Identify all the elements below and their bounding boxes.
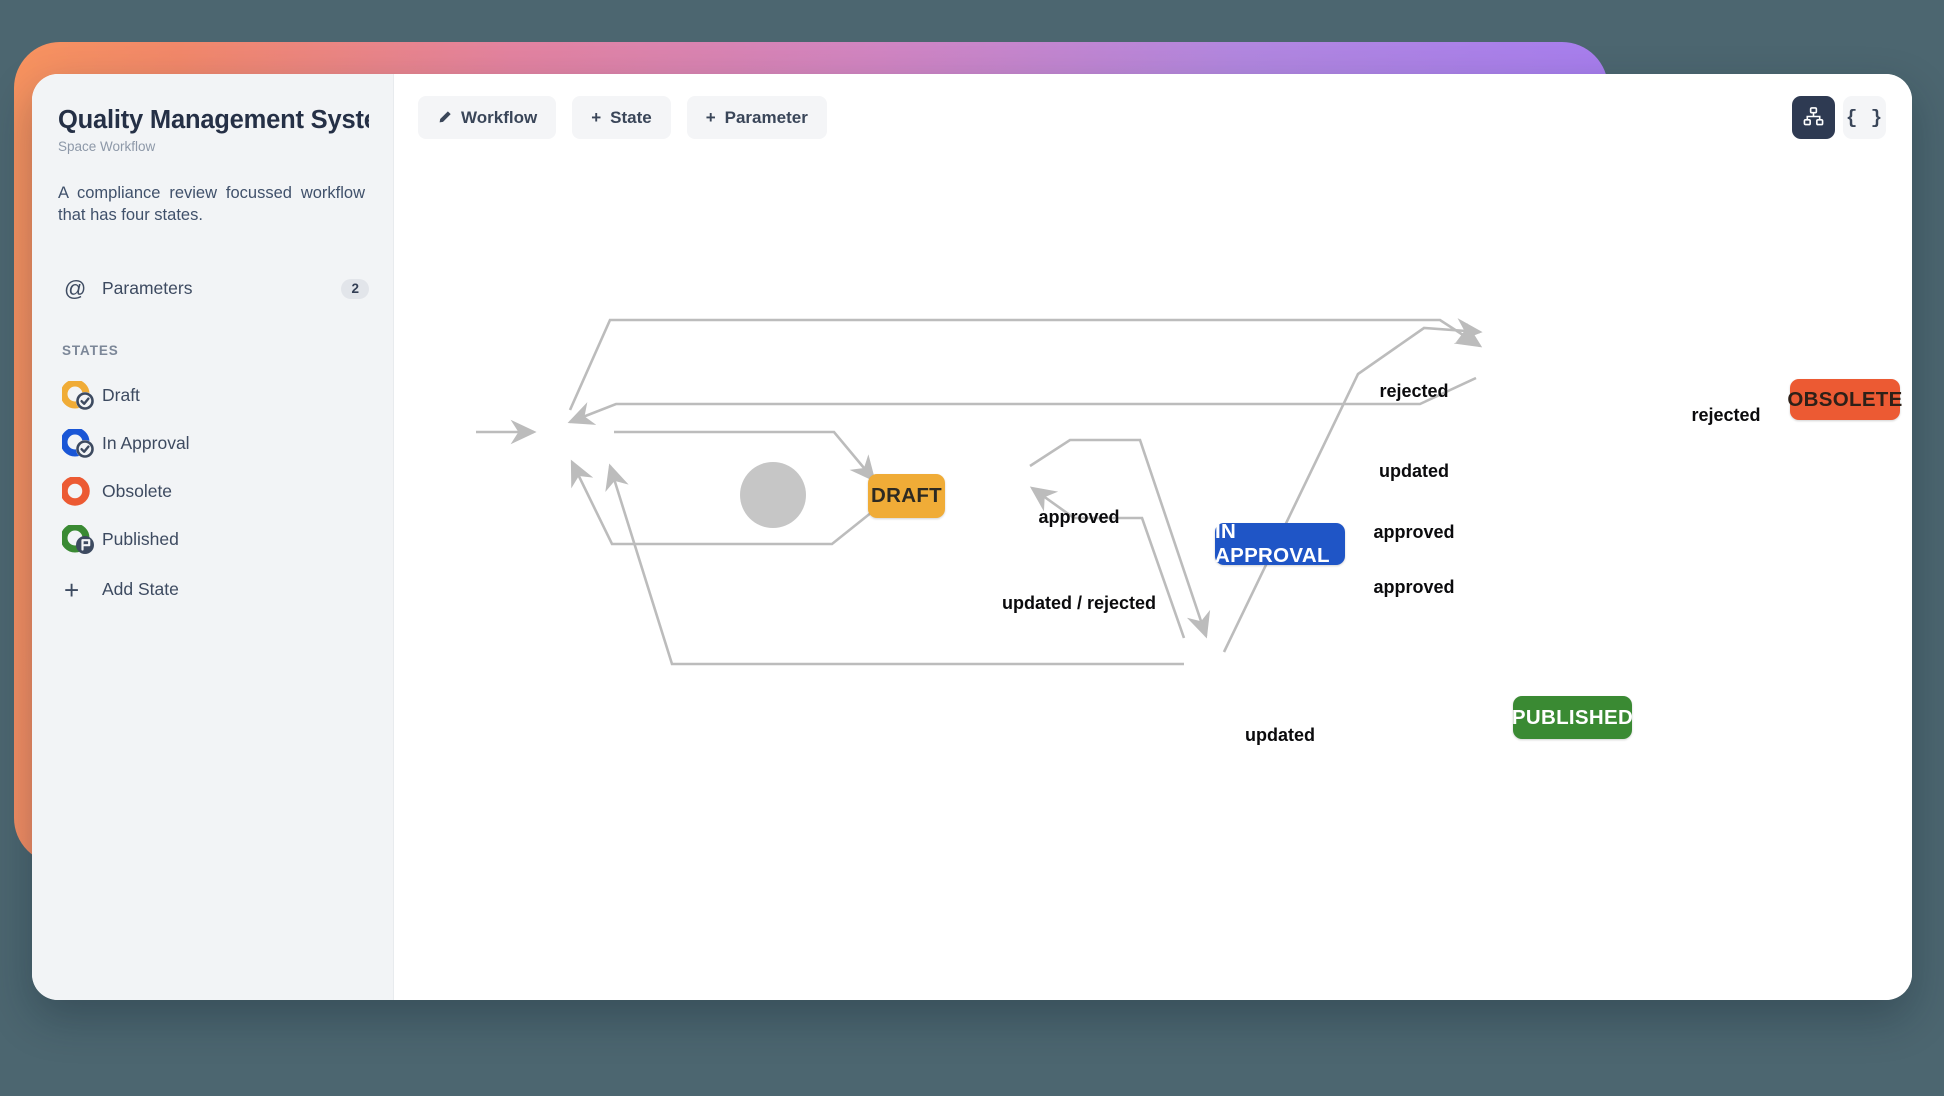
graph-view-button[interactable]: [1792, 96, 1835, 139]
state-published-icon: [62, 524, 102, 555]
edge-label: approved: [1373, 577, 1455, 597]
hierarchy-icon: [1803, 106, 1824, 130]
sidebar-item-label: Published: [102, 529, 179, 550]
graph-node-obsolete[interactable]: OBSOLETE: [1787, 379, 1902, 420]
edit-workflow-button[interactable]: Workflow: [418, 96, 557, 139]
edge-label: approved: [1373, 522, 1455, 542]
sidebar-item-published[interactable]: Published: [32, 516, 393, 564]
state-machine-graph: DRAFT IN APPROVAL PUBLISHED OBSOLETE rej…: [394, 74, 1912, 1000]
canvas-toolbar: Workflow + State + Parameter: [418, 96, 827, 139]
add-state-toolbar-button[interactable]: + State: [572, 96, 671, 139]
sidebar-item-in-approval[interactable]: In Approval: [32, 420, 393, 468]
button-label: Parameter: [724, 107, 808, 127]
graph-node-in-approval[interactable]: IN APPROVAL: [1215, 520, 1345, 567]
sidebar-item-label: Parameters: [102, 278, 193, 299]
at-icon: @: [64, 275, 87, 301]
edge-label: approved: [1038, 507, 1120, 527]
sidebar-item-label: In Approval: [102, 433, 190, 454]
app-card: Quality Management Syste... Space Workfl…: [32, 74, 1912, 1000]
page-title: Quality Management Syste...: [58, 106, 369, 134]
sidebar-item-parameters[interactable]: @ Parameters 2: [32, 265, 393, 313]
edge-label: rejected: [1379, 381, 1449, 401]
plus-icon: +: [64, 574, 80, 605]
json-view-button[interactable]: { }: [1843, 96, 1886, 139]
add-state-button[interactable]: + Add State: [32, 566, 393, 614]
edge-label: updated: [1379, 461, 1449, 481]
plus-icon: +: [591, 108, 602, 127]
sidebar-item-obsolete[interactable]: Obsolete: [32, 468, 393, 516]
sidebar-item-label: Draft: [102, 385, 140, 406]
sidebar-item-draft[interactable]: Draft: [32, 372, 393, 420]
state-obsolete-icon: [62, 476, 102, 507]
state-in-approval-icon: [62, 428, 102, 459]
states-section-label: STATES: [62, 342, 119, 358]
parameters-count-badge: 2: [341, 278, 369, 300]
edge-label: updated / rejected: [1001, 593, 1157, 613]
workflow-description: A compliance review focussed workflow th…: [58, 184, 365, 224]
graph-node-start[interactable]: [740, 462, 806, 528]
braces-icon: { }: [1845, 106, 1884, 129]
edge-label: updated: [1245, 725, 1315, 745]
graph-node-draft[interactable]: DRAFT: [868, 474, 945, 518]
add-state-label: Add State: [102, 579, 179, 600]
graph-node-published[interactable]: PUBLISHED: [1512, 696, 1633, 739]
app-window: Quality Management Syste... Space Workfl…: [0, 0, 1944, 1096]
view-toggle-group: { }: [1792, 96, 1886, 139]
sidebar-item-label: Obsolete: [102, 481, 173, 502]
sidebar: Quality Management Syste... Space Workfl…: [32, 74, 394, 1000]
states-list: Draft In Approval Obsolete Published + A…: [32, 372, 393, 614]
graph-edges: [476, 318, 1483, 666]
plus-icon: +: [705, 108, 716, 127]
pencil-icon: [437, 110, 452, 125]
workflow-canvas[interactable]: Workflow + State + Parameter {} DRAFT I…: [394, 74, 1912, 1000]
page-subtitle: Space Workflow: [58, 139, 156, 155]
button-label: State: [610, 107, 652, 127]
edge-label: rejected: [1691, 405, 1761, 425]
button-label: Workflow: [461, 107, 538, 127]
state-draft-icon: [62, 380, 102, 411]
add-parameter-toolbar-button[interactable]: + Parameter: [686, 96, 827, 139]
